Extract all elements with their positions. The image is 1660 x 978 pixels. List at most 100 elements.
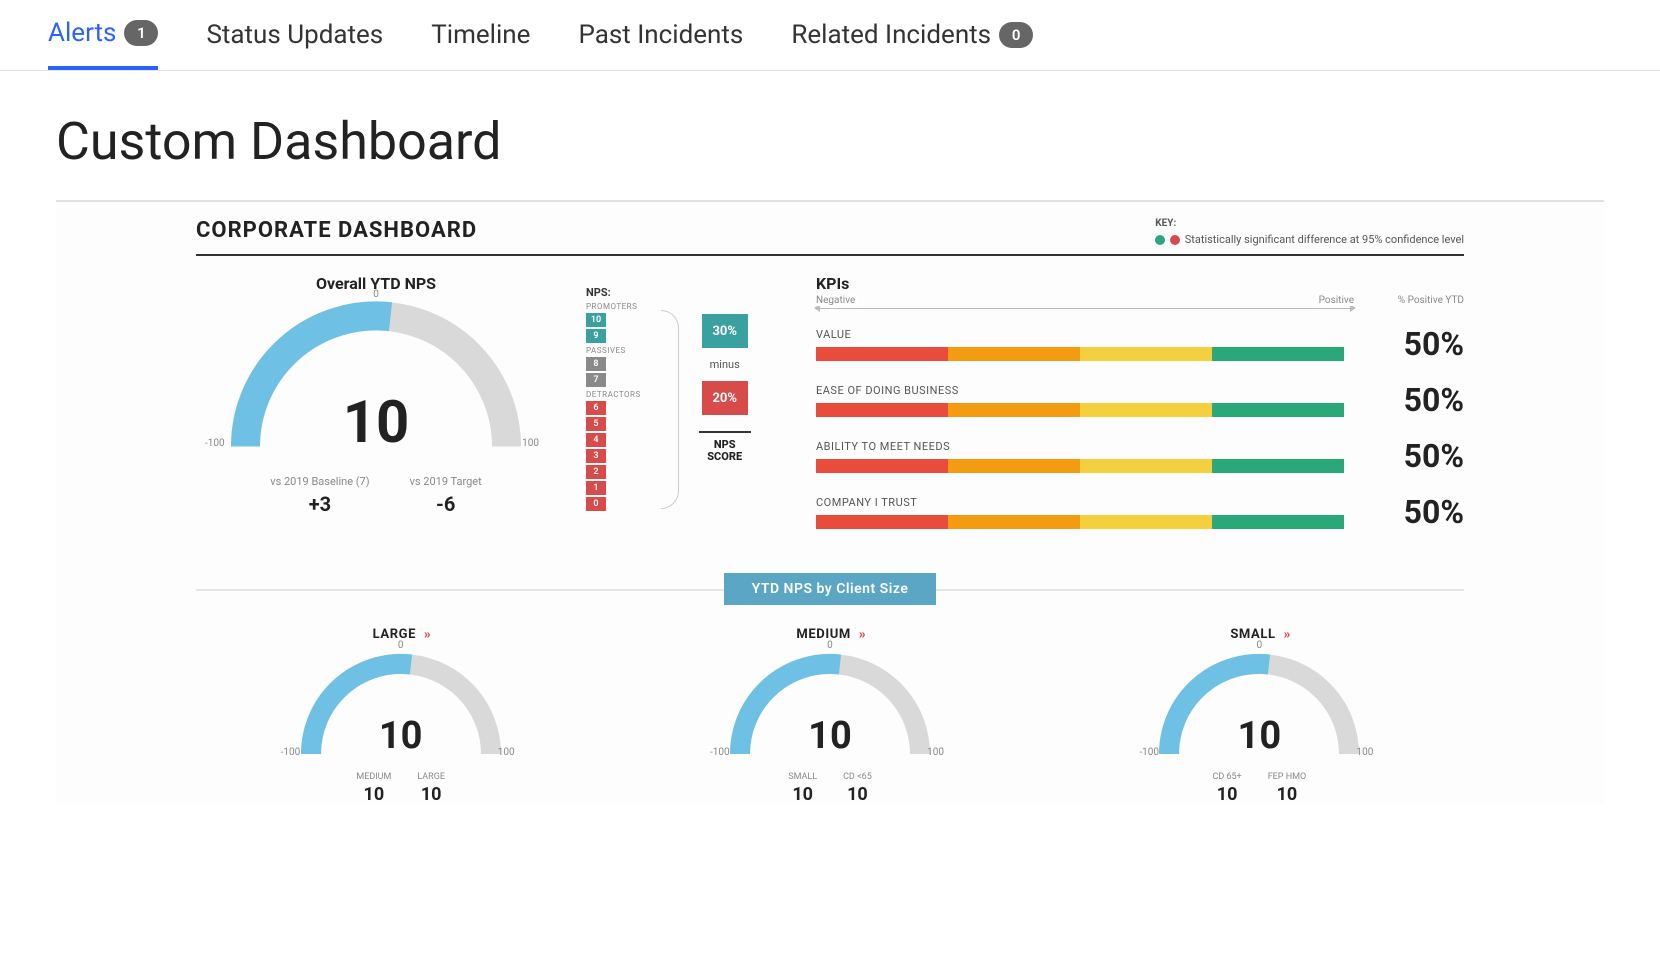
client-sub: MEDIUM10 LARGE10 xyxy=(196,772,605,805)
sub-label: vs 2019 Target xyxy=(410,475,482,488)
gauge-max: 100 xyxy=(522,438,539,449)
chevron-right-icon: » xyxy=(1284,627,1289,642)
kpi-row: COMPANY I TRUST 50% xyxy=(816,493,1464,531)
detractors-pct-box: 20% xyxy=(702,381,748,415)
tab-label: Status Updates xyxy=(206,20,383,50)
nps-chip: 0 xyxy=(586,497,606,511)
kpi-bar xyxy=(816,347,1344,361)
seg-red xyxy=(816,347,948,361)
key-text: Statistically significant difference at … xyxy=(1185,233,1464,246)
chevron-right-icon: » xyxy=(424,627,429,642)
kpis-panel: KPIs Negative Positive % Positive YTD VA… xyxy=(816,274,1464,549)
kpi-pct: 50% xyxy=(1354,381,1464,419)
top-grid: Overall YTD NPS 0 -100 100 10 vs 2019 Ba… xyxy=(196,274,1464,549)
tab-past-incidents[interactable]: Past Incidents xyxy=(578,18,743,70)
seg-orange xyxy=(948,515,1080,529)
kpi-bar xyxy=(816,403,1344,417)
nps-score-label: NPS SCORE xyxy=(699,431,751,463)
tab-timeline[interactable]: Timeline xyxy=(431,18,530,70)
seg-red xyxy=(816,403,948,417)
dashboard-image-area: CORPORATE DASHBOARD KEY: Statistically s… xyxy=(56,200,1604,805)
kpi-pct: 50% xyxy=(1354,325,1464,363)
nps-stack: NPS: PROMOTERS 10 9 PASSIVES 8 7 DETRACT… xyxy=(586,286,641,513)
gauge-zero: 0 xyxy=(827,640,833,651)
nps-chip: 8 xyxy=(586,357,606,371)
key-label: KEY: xyxy=(1155,218,1464,229)
kpi-row: VALUE 50% xyxy=(816,325,1464,363)
client-title-text: MEDIUM xyxy=(796,627,851,642)
client-col-large: LARGE » 0 -100 100 10 MEDIUM10 LARGE10 xyxy=(196,623,605,805)
nps-chip: 1 xyxy=(586,481,606,495)
sub-value: 10 xyxy=(843,784,872,805)
overall-nps-panel: Overall YTD NPS 0 -100 100 10 vs 2019 Ba… xyxy=(196,274,556,516)
score-word: SCORE xyxy=(699,451,751,463)
sub-label: SMALL xyxy=(788,772,817,782)
gauge-min: -100 xyxy=(1139,747,1159,758)
seg-yellow xyxy=(1080,347,1212,361)
pct-head: % Positive YTD xyxy=(1364,295,1464,306)
sub-value: 10 xyxy=(1212,784,1241,805)
kpi-bar xyxy=(816,515,1344,529)
page-title: Custom Dashboard xyxy=(56,111,1604,172)
dot-up-icon xyxy=(1155,235,1165,245)
seg-red xyxy=(816,459,948,473)
chevron-right-icon: » xyxy=(859,627,864,642)
passives-label: PASSIVES xyxy=(586,346,641,355)
axis-positive: Positive xyxy=(1315,295,1354,306)
sub-value: -6 xyxy=(410,492,482,516)
gauge-score: 10 xyxy=(1159,714,1359,758)
sub-col-baseline: vs 2019 Baseline (7) +3 xyxy=(270,475,369,516)
client-sub: SMALL10 CD <6510 xyxy=(625,772,1034,805)
page-content: Custom Dashboard CORPORATE DASHBOARD KEY… xyxy=(0,71,1660,845)
promoters-pct-box: 30% xyxy=(702,314,748,348)
nps-chip: 7 xyxy=(586,373,606,387)
sub-value: +3 xyxy=(270,492,369,516)
band-label: YTD NPS by Client Size xyxy=(724,573,937,605)
seg-orange xyxy=(948,347,1080,361)
seg-orange xyxy=(948,403,1080,417)
nps-heading: NPS: xyxy=(586,286,641,299)
client-gauge: 0 -100 100 10 xyxy=(1159,650,1359,758)
dot-down-icon xyxy=(1170,235,1180,245)
seg-yellow xyxy=(1080,459,1212,473)
gauge-min: -100 xyxy=(710,747,730,758)
tab-related-incidents[interactable]: Related Incidents 0 xyxy=(791,18,1033,70)
sub-label: FEP HMO xyxy=(1268,772,1306,782)
seg-teal xyxy=(1212,459,1344,473)
corporate-header: CORPORATE DASHBOARD KEY: Statistically s… xyxy=(196,212,1464,256)
kpis-axis: Negative Positive % Positive YTD xyxy=(816,297,1464,313)
key-legend: KEY: Statistically significant differenc… xyxy=(1155,218,1464,246)
nps-legend-panel: NPS: PROMOTERS 10 9 PASSIVES 8 7 DETRACT… xyxy=(586,274,786,513)
kpi-row: EASE OF DOING BUSINESS 50% xyxy=(816,381,1464,419)
tab-badge: 0 xyxy=(999,22,1033,48)
client-gauge: 0 -100 100 10 xyxy=(730,650,930,758)
kpi-name: ABILITY TO MEET NEEDS xyxy=(816,440,1344,453)
tab-badge: 1 xyxy=(124,20,158,46)
sub-label: vs 2019 Baseline (7) xyxy=(270,475,369,488)
minus-label: minus xyxy=(710,358,740,371)
tab-label: Timeline xyxy=(431,20,530,50)
gauge-score: 10 xyxy=(301,714,501,758)
sub-label: CD <65 xyxy=(843,772,872,782)
tab-status-updates[interactable]: Status Updates xyxy=(206,18,383,70)
tab-label: Alerts xyxy=(48,18,116,48)
kpi-name: EASE OF DOING BUSINESS xyxy=(816,384,1344,397)
sub-value: 10 xyxy=(356,784,391,805)
nps-chip: 3 xyxy=(586,449,606,463)
nps-chip: 10 xyxy=(586,313,606,327)
axis-negative: Negative xyxy=(816,295,859,306)
sub-label: MEDIUM xyxy=(356,772,391,782)
client-col-small: SMALL » 0 -100 100 10 CD 65+ 10 FEP HMO 10 xyxy=(1055,623,1464,805)
client-title-text: SMALL xyxy=(1230,627,1275,642)
kpi-row: ABILITY TO MEET NEEDS 50% xyxy=(816,437,1464,475)
kpi-bar xyxy=(816,459,1344,473)
gauge-zero: 0 xyxy=(373,289,379,300)
tab-label: Related Incidents xyxy=(791,20,991,50)
tab-alerts[interactable]: Alerts 1 xyxy=(48,18,158,70)
kpi-name: COMPANY I TRUST xyxy=(816,496,1344,509)
sub-label: LARGE xyxy=(417,772,445,782)
sub-col-target: vs 2019 Target -6 xyxy=(410,475,482,516)
nps-chip: 9 xyxy=(586,329,606,343)
overall-sub: vs 2019 Baseline (7) +3 vs 2019 Target -… xyxy=(196,475,556,516)
sub-label: CD 65+ xyxy=(1212,772,1241,782)
